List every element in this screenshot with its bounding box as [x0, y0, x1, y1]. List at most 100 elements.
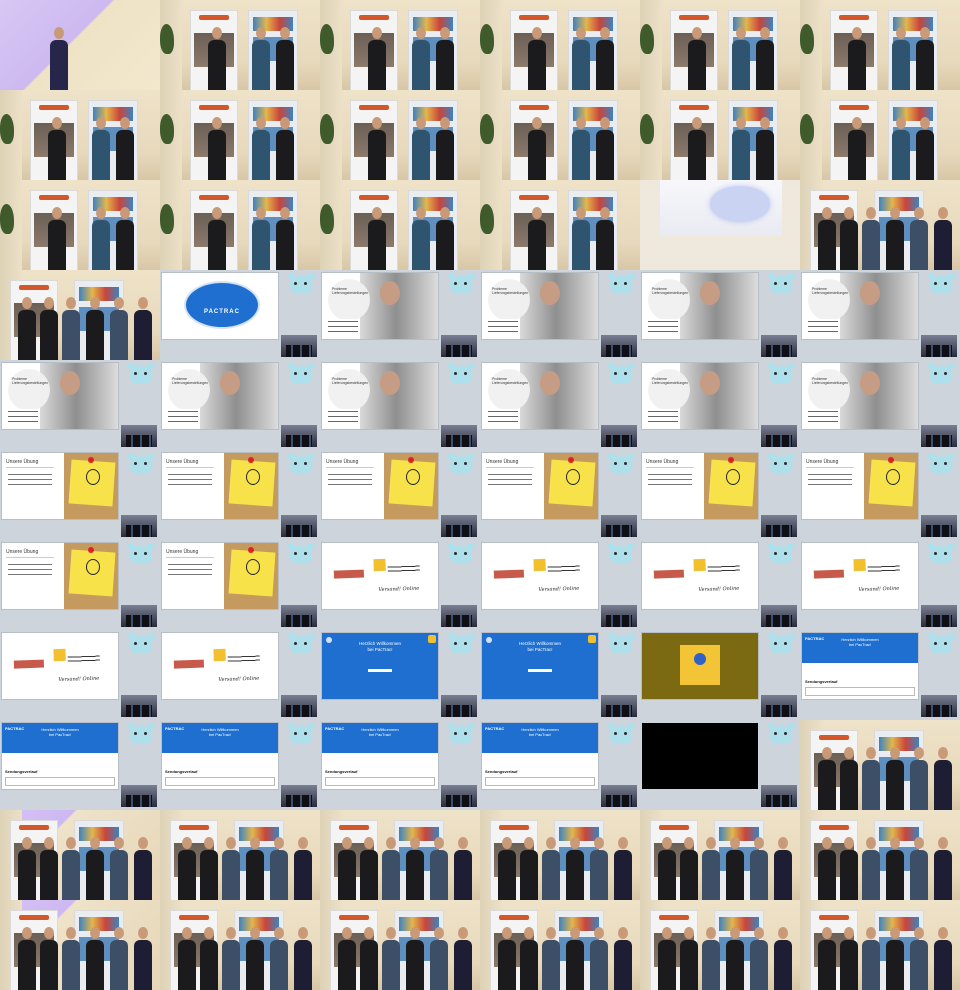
group-photo-thumbnail[interactable] — [800, 180, 960, 270]
stage-photo-thumbnail[interactable] — [320, 0, 480, 90]
intro-photo-thumbnail[interactable] — [0, 0, 160, 90]
form-section-title: Sendungsverlauf — [485, 769, 518, 774]
student — [840, 207, 858, 270]
screen-capture-thumbnail[interactable]: PACTRAC — [160, 270, 320, 360]
group-photo-thumbnail[interactable] — [320, 900, 480, 990]
presenter — [658, 927, 676, 990]
screen-capture-thumbnail[interactable]: Unsere Übung — [160, 450, 320, 540]
screen-capture-thumbnail[interactable]: PACTRAC Herzlich Willkommen bei PacTrac! Se… — [480, 720, 640, 810]
stage-photo-thumbnail[interactable] — [320, 90, 480, 180]
student — [110, 927, 128, 990]
student — [430, 927, 448, 990]
student — [910, 207, 928, 270]
plant-decoration — [160, 204, 174, 234]
screen-capture-thumbnail[interactable]: Unsere Übung — [480, 450, 640, 540]
mascot-icon — [287, 633, 312, 654]
group-photo-thumbnail[interactable] — [0, 810, 160, 900]
presentation-slide: Probleme Lieferungsbestellungen — [2, 363, 118, 429]
lightbulb-icon — [86, 469, 100, 485]
screen-capture-thumbnail[interactable]: PACTRAC Herzlich Willkommen bei PacTrac! Se… — [320, 720, 480, 810]
screen-capture-thumbnail[interactable]: Herzlich Willkommen bei PacTrac! — [480, 630, 640, 720]
student — [590, 927, 608, 990]
webcam-overlay — [921, 605, 957, 627]
group-photo-thumbnail[interactable] — [800, 900, 960, 990]
presenter — [48, 207, 66, 270]
group-photo-thumbnail[interactable] — [160, 900, 320, 990]
screen-capture-thumbnail[interactable]: Versand! Online — [0, 630, 160, 720]
screen-capture-thumbnail[interactable]: Unsere Übung — [0, 450, 160, 540]
group-photo-thumbnail[interactable] — [480, 900, 640, 990]
group-photo-thumbnail[interactable] — [640, 810, 800, 900]
stage-photo-thumbnail[interactable] — [640, 90, 800, 180]
presentation-slide: PACTRAC Herzlich Willkommen bei PacTrac! Se… — [802, 633, 918, 699]
mascot-icon — [447, 453, 472, 474]
lightbulb-icon — [246, 469, 260, 485]
stage-photo-thumbnail[interactable] — [0, 180, 160, 270]
student — [86, 927, 104, 990]
screen-capture-thumbnail[interactable]: Probleme Lieferungsbestellungen — [480, 360, 640, 450]
group-photo-thumbnail[interactable] — [480, 810, 640, 900]
screen-capture-thumbnail[interactable]: Versand! Online — [800, 540, 960, 630]
student — [934, 747, 952, 810]
screen-capture-thumbnail[interactable]: Unsere Übung — [640, 450, 800, 540]
presentation-slide: Versand! Online — [642, 543, 758, 609]
webcam-overlay — [921, 425, 957, 447]
screen-capture-thumbnail[interactable]: Probleme Lieferungsbestellungen — [640, 360, 800, 450]
group-photo-thumbnail[interactable] — [800, 810, 960, 900]
screen-capture-thumbnail[interactable]: Unsere Übung — [0, 540, 160, 630]
student — [406, 927, 424, 990]
screen-capture-thumbnail[interactable]: PACTRAC Herzlich Willkommen bei PacTrac! Se… — [160, 720, 320, 810]
screen-capture-thumbnail[interactable]: Probleme Lieferungsbestellungen — [320, 270, 480, 360]
screen-capture-thumbnail[interactable]: PACTRAC Herzlich Willkommen bei PacTrac! Se… — [800, 630, 960, 720]
stage-photo-thumbnail[interactable] — [480, 180, 640, 270]
screen-capture-thumbnail[interactable]: Versand! Online — [160, 630, 320, 720]
screen-capture-thumbnail[interactable] — [640, 720, 800, 810]
stage-photo-thumbnail[interactable] — [800, 90, 960, 180]
webcam-overlay — [121, 695, 157, 717]
stage-photo-thumbnail[interactable] — [320, 180, 480, 270]
student — [916, 27, 934, 90]
stage-photo-thumbnail[interactable] — [0, 90, 160, 180]
plant-decoration — [160, 114, 174, 144]
student — [134, 927, 152, 990]
student — [276, 207, 294, 270]
projector-photo-thumbnail[interactable] — [640, 180, 800, 270]
form-section-title: Sendungsverlauf — [805, 679, 838, 684]
screen-capture-thumbnail[interactable]: Probleme Lieferungsbestellungen — [320, 360, 480, 450]
screen-capture-thumbnail[interactable]: Versand! Online — [640, 540, 800, 630]
screen-capture-thumbnail[interactable]: Probleme Lieferungsbestellungen — [800, 360, 960, 450]
screen-capture-thumbnail[interactable]: Unsere Übung — [160, 540, 320, 630]
stage-photo-thumbnail[interactable] — [480, 0, 640, 90]
screen-capture-thumbnail[interactable]: Probleme Lieferungsbestellungen — [0, 360, 160, 450]
plant-decoration — [320, 24, 334, 54]
stage-photo-thumbnail[interactable] — [480, 90, 640, 180]
screen-capture-thumbnail[interactable]: Unsere Übung — [800, 450, 960, 540]
slide-heading: Probleme Lieferungsbestellungen — [332, 287, 369, 295]
tracking-input — [165, 777, 275, 786]
screen-capture-thumbnail[interactable] — [640, 630, 800, 720]
slide-heading: Probleme Lieferungsbestellungen — [812, 377, 849, 385]
screen-capture-thumbnail[interactable]: Probleme Lieferungsbestellungen — [640, 270, 800, 360]
screen-capture-thumbnail[interactable]: Unsere Übung — [320, 450, 480, 540]
screen-capture-thumbnail[interactable]: Probleme Lieferungsbestellungen — [160, 360, 320, 450]
screen-capture-thumbnail[interactable]: Versand! Online — [480, 540, 640, 630]
screen-capture-thumbnail[interactable]: Versand! Online — [320, 540, 480, 630]
group-photo-thumbnail[interactable] — [640, 900, 800, 990]
stage-photo-thumbnail[interactable] — [160, 180, 320, 270]
stage-photo-thumbnail[interactable] — [160, 90, 320, 180]
group-photo-thumbnail[interactable] — [0, 270, 160, 360]
stage-photo-thumbnail[interactable] — [160, 0, 320, 90]
group-photo-thumbnail[interactable] — [0, 900, 160, 990]
screen-capture-thumbnail[interactable]: PACTRAC Herzlich Willkommen bei PacTrac! Se… — [0, 720, 160, 810]
group-photo-thumbnail[interactable] — [800, 720, 960, 810]
mascot-icon — [127, 543, 152, 564]
group-photo-thumbnail[interactable] — [320, 810, 480, 900]
group-photo-thumbnail[interactable] — [160, 810, 320, 900]
welcome-heading: Herzlich Willkommen — [518, 641, 561, 646]
stage-photo-thumbnail[interactable] — [800, 0, 960, 90]
stage-photo-thumbnail[interactable] — [640, 0, 800, 90]
screen-capture-thumbnail[interactable]: Probleme Lieferungsbestellungen — [800, 270, 960, 360]
screen-capture-thumbnail[interactable]: Herzlich Willkommen bei PacTrac! — [320, 630, 480, 720]
screen-capture-thumbnail[interactable]: Probleme Lieferungsbestellungen — [480, 270, 640, 360]
webcam-overlay — [921, 695, 957, 717]
